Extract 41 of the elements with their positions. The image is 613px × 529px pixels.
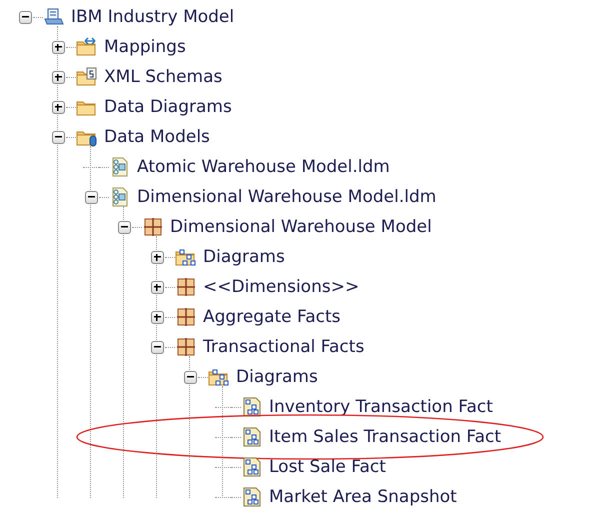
diagram-icon <box>241 487 263 507</box>
tree-item-label[interactable]: Transactional Facts <box>203 337 364 357</box>
tree-item-label[interactable]: Diagrams <box>203 247 285 267</box>
tree-item-label[interactable]: Dimensional Warehouse Model.ldm <box>137 187 436 207</box>
expand-toggle[interactable] <box>150 250 164 264</box>
package-icon <box>175 277 197 297</box>
package-icon <box>142 217 164 237</box>
project-icon <box>43 7 65 27</box>
collapse-toggle[interactable] <box>184 370 196 384</box>
tree-item-label[interactable]: Lost Sale Fact <box>269 457 386 477</box>
diagram-icon <box>241 457 263 477</box>
tree-item-label[interactable]: Data Models <box>104 127 210 147</box>
tree-item-label[interactable]: Dimensional Warehouse Model <box>170 217 432 237</box>
diagram-icon <box>241 427 263 447</box>
expand-toggle[interactable] <box>52 40 64 54</box>
diagram-folder-icon <box>208 367 230 387</box>
folder-arrow-icon <box>76 37 98 57</box>
tree-item-label[interactable]: Market Area Snapshot <box>269 487 457 507</box>
tree-item-label[interactable]: Inventory Transaction Fact <box>269 397 493 417</box>
tree-item-label[interactable]: Diagrams <box>236 367 318 387</box>
diagram-icon <box>241 397 263 417</box>
collapse-toggle[interactable] <box>84 190 98 204</box>
tree-item-label[interactable]: XML Schemas <box>104 67 222 87</box>
folder-schema-icon <box>76 67 98 87</box>
expand-toggle[interactable] <box>52 100 64 114</box>
package-icon <box>175 307 197 327</box>
package-icon <box>175 337 197 357</box>
diagram-folder-icon <box>175 247 197 267</box>
tree-item-label[interactable]: Aggregate Facts <box>203 307 341 327</box>
expand-toggle[interactable] <box>52 70 64 84</box>
expand-toggle[interactable] <box>150 310 164 324</box>
collapse-toggle[interactable] <box>52 130 64 144</box>
tree-item-label[interactable]: Data Diagrams <box>104 97 232 117</box>
collapse-toggle[interactable] <box>18 10 32 24</box>
tree-item-label[interactable]: <<Dimensions>> <box>203 277 360 297</box>
collapse-toggle[interactable] <box>118 220 130 234</box>
tree-item-label[interactable]: IBM Industry Model <box>71 7 234 27</box>
tree-item-label[interactable]: Mappings <box>104 37 186 57</box>
expand-toggle[interactable] <box>150 280 164 294</box>
tree-item-label[interactable]: Atomic Warehouse Model.ldm <box>137 157 390 177</box>
collapse-toggle[interactable] <box>150 340 164 354</box>
